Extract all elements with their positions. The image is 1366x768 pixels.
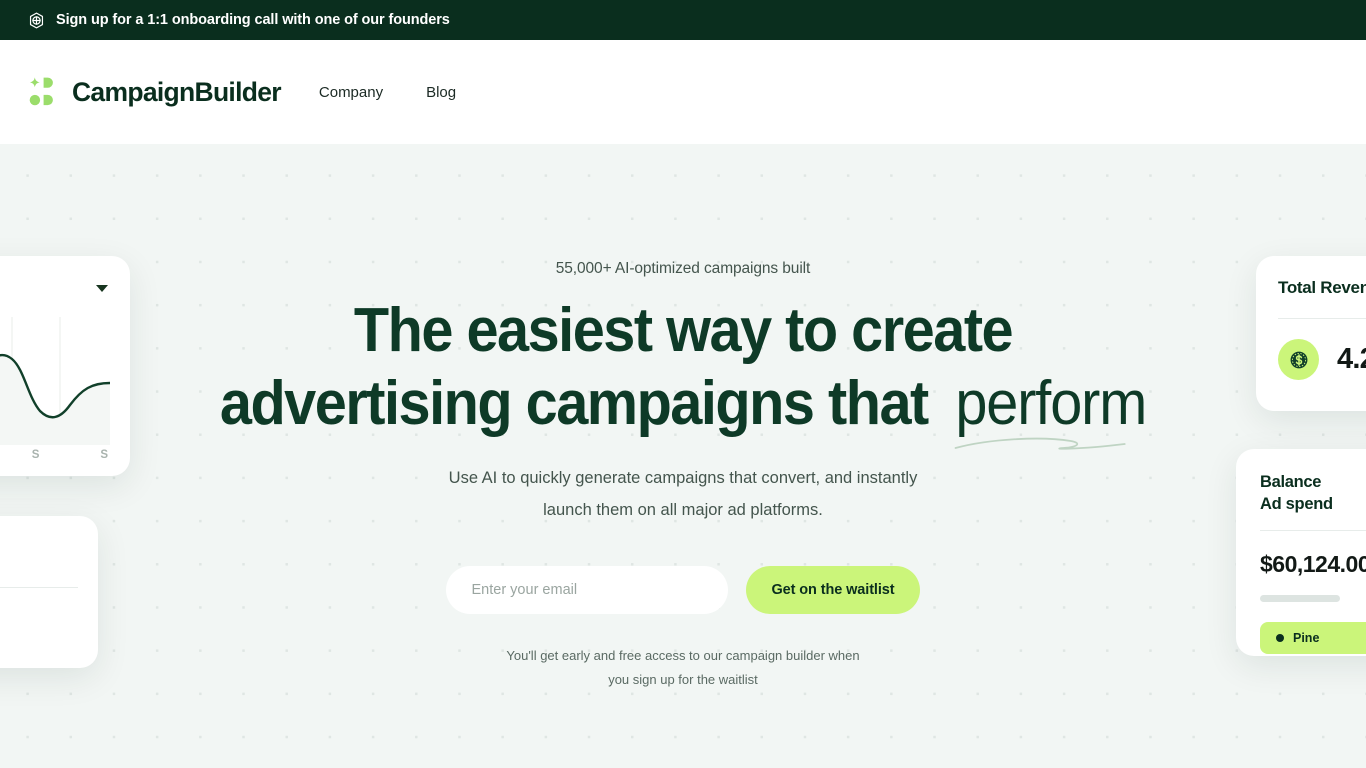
- hero-section: Expenses 1,890 T F S S Details Growth: [0, 144, 1366, 768]
- email-input[interactable]: [445, 566, 728, 614]
- underline-swoosh-icon: [954, 437, 1126, 450]
- hero-eyebrow: 55,000+ AI-optimized campaigns built: [555, 260, 811, 277]
- hero-content: 55,000+ AI-optimized campaigns built The…: [0, 144, 1366, 692]
- sparkle-grid-logo-icon: [29, 77, 53, 106]
- brand-name: CampaignBuilder: [72, 76, 282, 107]
- page-title: The easiest way to create advertising ca…: [219, 294, 1147, 450]
- nav-item-blog[interactable]: Blog: [426, 84, 456, 101]
- headline-line-1: The easiest way to create: [353, 296, 1014, 365]
- main-nav: Company Blog: [319, 84, 456, 101]
- waitlist-fineprint: You'll get early and free access to our …: [506, 648, 860, 687]
- waitlist-form: Get on the waitlist: [445, 566, 921, 614]
- hero-subheading: Use AI to quickly generate campaigns tha…: [448, 469, 918, 519]
- get-on-waitlist-button[interactable]: Get on the waitlist: [745, 566, 921, 614]
- headline-accent-wrap: perform: [942, 367, 1147, 450]
- nav-item-company[interactable]: Company: [319, 84, 383, 101]
- brand-logo-link[interactable]: CampaignBuilder: [28, 76, 282, 108]
- headline-accent-word: perform: [955, 369, 1147, 438]
- announcement-bar[interactable]: Sign up for a 1:1 onboarding call with o…: [0, 0, 1366, 40]
- globe-icon: [29, 12, 44, 28]
- headline-line-2-prefix: advertising campaigns that: [219, 369, 929, 438]
- announcement-text: Sign up for a 1:1 onboarding call with o…: [56, 12, 450, 28]
- headline-line-2: advertising campaigns that perform: [219, 367, 1147, 450]
- site-header: CampaignBuilder Company Blog: [0, 40, 1366, 144]
